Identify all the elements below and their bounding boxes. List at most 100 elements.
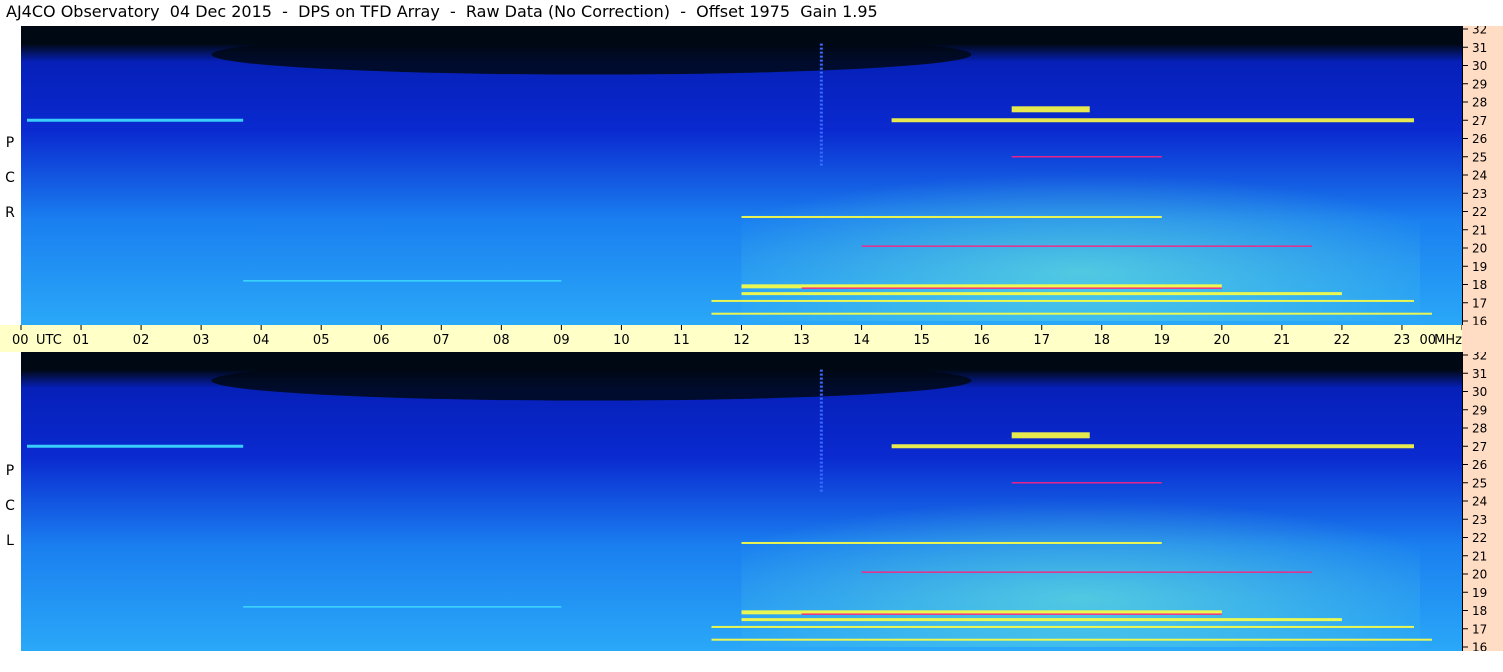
- time-tick-label-16: 16: [973, 333, 990, 348]
- time-tick-label-22: 22: [1334, 333, 1351, 348]
- time-tick-label-19: 19: [1154, 333, 1171, 348]
- lcp-panel-label: P C L: [0, 454, 20, 559]
- rcp-spectrogram: [21, 26, 1462, 325]
- time-tick-label-14: 14: [853, 333, 870, 348]
- time-tick-label-10: 10: [613, 333, 630, 348]
- rcp-band-0: [27, 118, 244, 122]
- lcp-tick-label-30: 30: [1472, 385, 1487, 399]
- time-unit-label: UTC: [36, 333, 62, 348]
- lcp-tick-label-20: 20: [1472, 568, 1487, 582]
- time-tick-label-1: 01: [73, 333, 90, 348]
- rcp-letter-1: P: [5, 135, 15, 151]
- rcp-tick-label-17: 17: [1472, 296, 1487, 310]
- lcp-band-8: [741, 618, 1342, 622]
- time-tick-label-21: 21: [1274, 333, 1291, 348]
- lcp-tick-label-17: 17: [1472, 622, 1487, 636]
- lcp-tick-label-31: 31: [1472, 367, 1487, 381]
- rcp-tick-label-28: 28: [1472, 96, 1487, 110]
- time-tick-label-0: 00: [12, 333, 29, 348]
- lcp-band-0: [27, 444, 244, 448]
- rcp-night-dip: [211, 34, 972, 75]
- time-tick-label-4: 04: [253, 333, 270, 348]
- rcp-letter-3: R: [5, 205, 15, 221]
- time-tick-label-6: 06: [373, 333, 390, 348]
- rcp-band-8: [741, 292, 1342, 296]
- lcp-night-dip: [211, 360, 972, 401]
- lcp-spectrogram-canvas: [21, 352, 1462, 651]
- time-tick-label-17: 17: [1033, 333, 1050, 348]
- rcp-frequency-axis: 16 17 18 19 20 21 22 23 24 25 26 27 28 29 30 31 32: [1462, 26, 1503, 325]
- rcp-tick-label-19: 19: [1472, 260, 1487, 274]
- rcp-band-4: [741, 215, 1162, 218]
- lcp-daytime-glow: [741, 482, 1420, 647]
- rcp-band-10: [711, 312, 1432, 315]
- rcp-spectrogram-canvas: [21, 26, 1462, 325]
- lcp-band-4: [741, 541, 1162, 544]
- lcp-tick-label-27: 27: [1472, 440, 1487, 454]
- rcp-tick-label-24: 24: [1472, 169, 1487, 183]
- time-tick-label-13: 13: [793, 333, 810, 348]
- lcp-tick-label-26: 26: [1472, 458, 1487, 472]
- lcp-tick-label-29: 29: [1472, 403, 1487, 417]
- time-tick-label-5: 05: [313, 333, 330, 348]
- rcp-tick-label-29: 29: [1472, 77, 1487, 91]
- lcp-band-11: [243, 606, 562, 608]
- time-tick-label-23: 23: [1394, 333, 1411, 348]
- time-tick-label-9: 09: [553, 333, 570, 348]
- lcp-letter-2: C: [5, 498, 15, 514]
- rcp-tick-label-21: 21: [1472, 223, 1487, 237]
- lcp-band-5: [861, 571, 1312, 573]
- time-tick-label-3: 03: [193, 333, 210, 348]
- lcp-tick-label-18: 18: [1472, 604, 1487, 618]
- lcp-spectrogram: [21, 352, 1462, 651]
- time-tick-label-2: 02: [133, 333, 150, 348]
- lcp-tick-label-24: 24: [1472, 495, 1487, 509]
- time-tick-label-8: 08: [493, 333, 510, 348]
- axis-corner: [1462, 325, 1503, 352]
- rcp-tick-label-30: 30: [1472, 59, 1487, 73]
- rcp-band-9: [711, 299, 1414, 302]
- lcp-band-2: [1011, 432, 1090, 439]
- time-tick-label-7: 07: [433, 333, 450, 348]
- rcp-tick-label-26: 26: [1472, 132, 1487, 146]
- rcp-tick-label-18: 18: [1472, 278, 1487, 292]
- rcp-letter-2: C: [5, 170, 15, 186]
- rcp-tick-label-32: 32: [1472, 26, 1487, 37]
- lcp-tick-label-28: 28: [1472, 422, 1487, 436]
- lcp-letter-1: P: [5, 463, 15, 479]
- rcp-tick-label-25: 25: [1472, 150, 1487, 164]
- time-axis-ticks: 00 01 02 03 04 05 06 07 08 09 10 11 12 13 14 15 16 17 18 19…: [12, 325, 1462, 348]
- lcp-tick-label-21: 21: [1472, 549, 1487, 563]
- lcp-tick-label-22: 22: [1472, 531, 1487, 545]
- rcp-band-1: [891, 118, 1414, 123]
- rcp-band-3: [1011, 156, 1162, 158]
- lcp-band-10: [711, 638, 1432, 641]
- lcp-tick-label-32: 32: [1472, 352, 1487, 363]
- rcp-band-2: [1011, 106, 1090, 113]
- freq-unit-label: MHz: [1434, 333, 1462, 348]
- time-tick-label-11: 11: [673, 333, 690, 348]
- time-tick-label-12: 12: [733, 333, 750, 348]
- lcp-band-9: [711, 625, 1414, 628]
- lcp-tick-label-16: 16: [1472, 641, 1487, 652]
- rcp-frequency-ticks: 16 17 18 19 20 21 22 23 24 25 26 27 28 29 30 31 32: [1462, 26, 1487, 326]
- time-tick-label-20: 20: [1214, 333, 1231, 348]
- lcp-tick-label-25: 25: [1472, 476, 1487, 490]
- lcp-letter-3: L: [6, 533, 14, 549]
- rcp-band-5: [861, 245, 1312, 247]
- rcp-band-11: [243, 280, 562, 282]
- time-axis: 00 01 02 03 04 05 06 07 08 09 10 11 12 13 14 15 16 17 18 19…: [0, 325, 1462, 352]
- lcp-tick-label-23: 23: [1472, 513, 1487, 527]
- rcp-daytime-glow: [741, 156, 1420, 321]
- time-tick-label-18: 18: [1093, 333, 1110, 348]
- rcp-tick-label-16: 16: [1472, 315, 1487, 326]
- rcp-tick-label-31: 31: [1472, 41, 1487, 55]
- lcp-frequency-ticks: 16 17 18 19 20 21 22 23 24 25 26 27 28 29 30 31 32: [1462, 352, 1487, 652]
- rcp-tick-label-27: 27: [1472, 114, 1487, 128]
- lcp-tick-label-19: 19: [1472, 586, 1487, 600]
- rcp-panel-label: P C R: [0, 126, 20, 231]
- lcp-band-7: [801, 613, 1222, 615]
- rcp-band-7: [801, 287, 1222, 289]
- lcp-band-3: [1011, 482, 1162, 484]
- rcp-tick-label-23: 23: [1472, 187, 1487, 201]
